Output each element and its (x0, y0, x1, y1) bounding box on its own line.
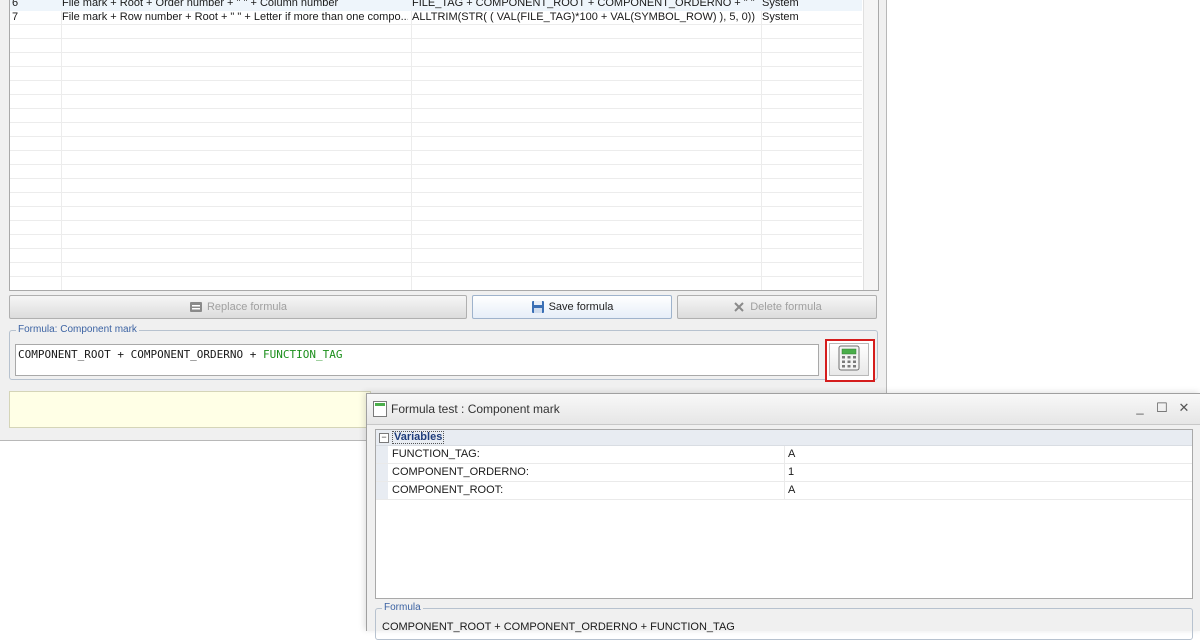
delete-formula-button[interactable]: Delete formula (677, 295, 877, 319)
variable-value[interactable]: 1 (788, 466, 794, 478)
variable-row[interactable]: COMPONENT_ORDERNO: 1 (376, 464, 1192, 482)
grid-line (10, 38, 862, 39)
replace-formula-button[interactable]: Replace formula (9, 295, 467, 319)
calculator-icon (838, 345, 860, 374)
variable-name: COMPONENT_ORDERNO: (392, 466, 529, 478)
row-gutter (376, 446, 388, 463)
variable-row[interactable]: FUNCTION_TAG: A (376, 446, 1192, 464)
save-formula-button[interactable]: Save formula (472, 295, 672, 319)
grid-column-divider (61, 0, 62, 290)
variables-category-label: Variables (392, 431, 445, 444)
formula-group-label: Formula: Component mark (16, 324, 139, 335)
grid-line (10, 136, 862, 137)
variables-grid[interactable]: − Variables FUNCTION_TAG: A COMPONENT_OR… (375, 429, 1193, 599)
grid-line (10, 94, 862, 95)
row-description: File mark + Row number + Root + " " + Le… (62, 11, 408, 23)
maximize-button[interactable]: ☐ (1153, 399, 1171, 417)
grid-line (10, 108, 862, 109)
row-type: System (762, 11, 799, 23)
formula-test-button[interactable] (825, 339, 875, 382)
grid-line (10, 276, 862, 277)
row-gutter (376, 482, 388, 499)
variables-category[interactable]: − Variables (376, 430, 1192, 446)
grid-line (10, 80, 862, 81)
row-type: System (762, 0, 799, 9)
grid-line (10, 206, 862, 207)
formula-editor-window: 6 File mark + Root + Order number + " " … (0, 0, 887, 441)
grid-line (10, 66, 862, 67)
grid-line (10, 248, 862, 249)
table-row[interactable]: 7 File mark + Row number + Root + " " + … (10, 11, 862, 25)
column-divider (784, 482, 785, 499)
grid-line (10, 52, 862, 53)
grid-line (10, 192, 862, 193)
grid-line (10, 262, 862, 263)
row-gutter (376, 464, 388, 481)
dialog-titlebar[interactable]: Formula test : Component mark _ ☐ ✕ (367, 394, 1200, 425)
formula-group: Formula: Component mark COMPONENT_ROOT +… (9, 324, 878, 380)
variable-name: COMPONENT_ROOT: (392, 484, 504, 496)
dialog-formula-text: COMPONENT_ROOT + COMPONENT_ORDERNO + FUN… (382, 621, 735, 633)
grid-line (10, 234, 862, 235)
replace-formula-label: Replace formula (206, 301, 288, 313)
grid-column-divider (411, 0, 412, 290)
row-description: File mark + Root + Order number + " " + … (62, 0, 339, 9)
formula-function-token: FUNCTION_TAG (263, 348, 343, 361)
table-row[interactable]: 6 File mark + Root + Order number + " " … (10, 0, 862, 11)
dialog-formula-label: Formula (382, 602, 423, 613)
column-divider (784, 464, 785, 481)
variable-name: FUNCTION_TAG: (392, 448, 480, 460)
variable-value[interactable]: A (788, 448, 795, 460)
formula-test-dialog: Formula test : Component mark _ ☐ ✕ − Va… (366, 393, 1200, 640)
delete-formula-label: Delete formula (750, 301, 822, 313)
collapse-icon[interactable]: − (379, 433, 389, 443)
row-formula: ALLTRIM(STR( ( VAL(FILE_TAG)*100 + VAL(S… (412, 11, 758, 23)
grid-line (10, 178, 862, 179)
replace-icon (189, 300, 203, 314)
grid-line (10, 122, 862, 123)
variable-value[interactable]: A (788, 484, 795, 496)
variable-row[interactable]: COMPONENT_ROOT: A (376, 482, 1192, 500)
grid-line (10, 164, 862, 165)
message-bar (9, 391, 371, 428)
formula-input[interactable]: COMPONENT_ROOT + COMPONENT_ORDERNO + FUN… (15, 344, 819, 376)
calculator-button-face (829, 343, 869, 376)
row-number: 7 (12, 11, 19, 23)
formula-grid[interactable]: 6 File mark + Root + Order number + " " … (9, 0, 879, 291)
minimize-button[interactable]: _ (1131, 399, 1149, 417)
column-divider (784, 446, 785, 463)
save-formula-label: Save formula (548, 301, 614, 313)
grid-line (10, 220, 862, 221)
dialog-title: Formula test : Component mark (391, 402, 560, 416)
delete-icon (732, 300, 746, 314)
close-button[interactable]: ✕ (1175, 399, 1193, 417)
vertical-scrollbar[interactable] (863, 0, 878, 290)
grid-line (10, 150, 862, 151)
dialog-app-icon (373, 401, 387, 417)
row-number: 6 (12, 0, 19, 9)
row-formula: FILE_TAG + COMPONENT_ROOT + COMPONENT_OR… (412, 0, 758, 9)
grid-column-divider (761, 0, 762, 290)
dialog-formula-group: Formula COMPONENT_ROOT + COMPONENT_ORDER… (375, 602, 1193, 640)
save-icon (531, 300, 545, 314)
formula-text-part: COMPONENT_ROOT + COMPONENT_ORDERNO + (18, 348, 264, 361)
